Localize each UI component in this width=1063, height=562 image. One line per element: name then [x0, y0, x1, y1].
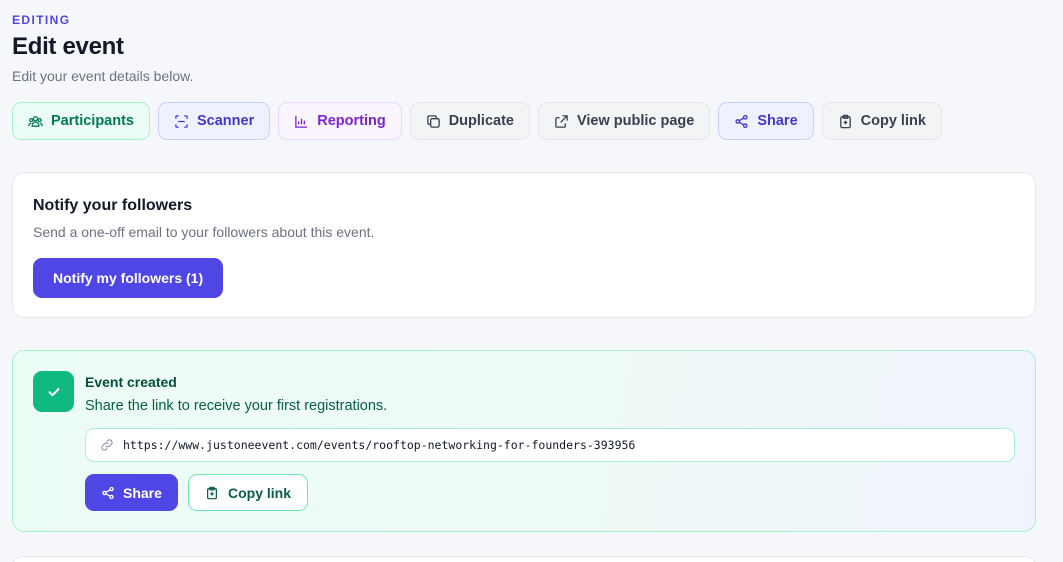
share-icon [735, 114, 748, 128]
action-toolbar: Participants Scanner Reporting Duplicate… [12, 102, 942, 140]
event-created-description: Share the link to receive your first reg… [85, 398, 388, 414]
notify-title: Notify your followers [33, 197, 193, 214]
copy-event-link-button[interactable]: Copy link [188, 474, 309, 511]
view-public-page-label: View public page [576, 113, 695, 129]
view-public-page-button[interactable]: View public page [537, 102, 711, 140]
page-kicker: EDITING [12, 13, 71, 27]
event-created-card: Event created Share the link to receive … [12, 350, 1036, 532]
clipboard-icon [839, 114, 851, 128]
share-event-label: Share [123, 484, 162, 501]
share-label: Share [757, 113, 798, 129]
notify-description: Send a one-off email to your followers a… [33, 224, 375, 240]
notify-followers-card: Notify your followers Send a one-off ema… [12, 172, 1036, 318]
participants-button[interactable]: Participants [12, 102, 150, 140]
event-url: https://www.justoneevent.com/events/roof… [123, 438, 636, 452]
share-icon [102, 486, 114, 499]
share-event-button[interactable]: Share [85, 474, 178, 511]
next-section-card [12, 556, 1036, 562]
link-icon [101, 439, 113, 451]
external-link-icon [555, 114, 568, 128]
duplicate-button[interactable]: Duplicate [409, 102, 530, 140]
participants-label: Participants [51, 113, 134, 129]
reporting-label: Reporting [317, 113, 386, 129]
copy-event-link-label: Copy link [228, 484, 292, 501]
event-url-field[interactable]: https://www.justoneevent.com/events/roof… [85, 428, 1015, 462]
page-title: Edit event [12, 33, 124, 60]
copy-link-label: Copy link [860, 113, 926, 129]
page-subtitle: Edit your event details below. [12, 68, 194, 84]
scanner-button[interactable]: Scanner [158, 102, 271, 140]
copy-icon [426, 114, 440, 128]
bar-chart-icon [295, 115, 308, 128]
notify-followers-button[interactable]: Notify my followers (1) [33, 258, 224, 298]
success-badge [33, 371, 74, 412]
copy-link-button[interactable]: Copy link [821, 102, 942, 140]
event-created-title: Event created [85, 374, 177, 390]
reporting-button[interactable]: Reporting [278, 102, 402, 140]
scan-icon [175, 114, 188, 128]
participants-icon [28, 115, 43, 127]
share-button[interactable]: Share [718, 102, 814, 140]
clipboard-icon [207, 486, 217, 499]
check-icon [48, 387, 59, 396]
duplicate-label: Duplicate [448, 113, 514, 129]
scanner-label: Scanner [197, 113, 255, 129]
